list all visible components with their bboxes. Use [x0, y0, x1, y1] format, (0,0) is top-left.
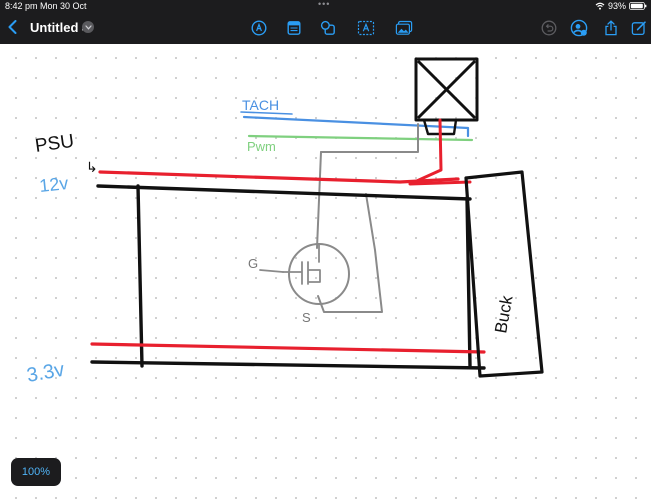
label-12v: 12v	[38, 173, 69, 196]
red-rail-3-3v	[90, 342, 486, 354]
status-date: Mon 30 Oct	[40, 1, 87, 11]
compose-icon	[631, 21, 646, 36]
buck-label: Buck	[491, 294, 516, 335]
share-icon	[605, 20, 617, 36]
undo-icon	[541, 20, 557, 36]
chevron-down-icon	[84, 24, 92, 30]
pwm-label: Pwm	[247, 139, 276, 154]
zoom-level-button[interactable]: 100%	[11, 458, 61, 486]
undo-button[interactable]	[539, 18, 559, 38]
text-box-icon	[357, 20, 375, 36]
grey-drain-drop	[316, 151, 322, 249]
battery-percent: 93%	[607, 1, 626, 11]
notebook-icon	[287, 21, 301, 35]
status-time: 8:42 pm	[5, 1, 38, 11]
top-toolbar: 8:42 pm Mon 30 Oct ••• 93% Untitled 4	[0, 0, 651, 44]
shapes-icon	[320, 20, 335, 35]
grey-source-loop	[317, 193, 383, 313]
gate-label: G	[248, 256, 258, 271]
pen-tool-icon	[251, 20, 267, 36]
shapes-button[interactable]	[318, 18, 338, 38]
image-button[interactable]	[394, 18, 414, 38]
buck-module-box	[464, 170, 544, 378]
black-wire-left	[136, 184, 144, 368]
gate-lead	[259, 269, 284, 273]
pwm-signal-line	[247, 134, 474, 142]
back-button[interactable]	[4, 16, 20, 38]
black-wire-top	[96, 184, 472, 201]
collaborator-button[interactable]	[569, 18, 589, 38]
battery-icon	[629, 2, 647, 10]
notebook-button[interactable]	[284, 18, 304, 38]
chevron-left-icon	[8, 20, 16, 34]
status-indicators: 93%	[595, 1, 647, 11]
title-menu-button[interactable]	[82, 21, 94, 33]
compose-button[interactable]	[629, 18, 649, 38]
red-rail-12v	[98, 170, 460, 184]
psu-label: PSU	[34, 131, 76, 157]
text-box-button[interactable]	[356, 18, 376, 38]
black-wire-bottom	[90, 360, 486, 370]
source-label: S	[302, 310, 311, 325]
tach-underline	[240, 111, 293, 115]
label-3-3v: 3.3v	[25, 359, 66, 387]
fan-box-cross	[417, 60, 476, 119]
more-dots-icon[interactable]: •••	[318, 0, 330, 9]
document-title[interactable]: Untitled 4	[30, 20, 89, 35]
image-icon	[395, 20, 413, 35]
tach-label: TACH	[242, 97, 279, 113]
drawing-canvas[interactable]: PSU ↳ 12v 3.3v TACH Pwm G S Buck	[0, 44, 651, 500]
pen-tool-button[interactable]	[249, 18, 269, 38]
collaborator-icon	[570, 19, 588, 37]
wifi-icon	[595, 2, 605, 10]
psu-arrow-glyph: ↳	[86, 160, 98, 176]
share-button[interactable]	[601, 18, 621, 38]
